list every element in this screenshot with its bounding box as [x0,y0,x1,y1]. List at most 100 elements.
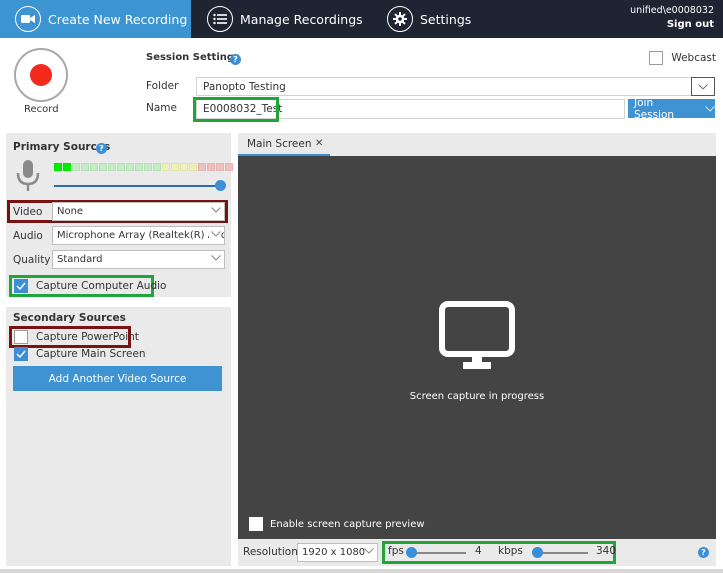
slider-thumb[interactable] [532,547,543,558]
resolution-select[interactable]: 1920 x 1080 [297,543,378,562]
checkbox-checked[interactable] [14,347,28,361]
resolution-label: Resolution [243,546,298,558]
video-camera-icon [15,6,41,32]
record-label: Record [24,104,59,115]
level-segment [117,163,125,171]
tab-label: Settings [420,11,472,27]
fps-value: 4 [475,545,482,557]
level-segment [162,163,170,171]
capture-main-screen-toggle[interactable]: Capture Main Screen [14,347,146,361]
quality-value: Standard [57,254,103,265]
webcast-label: Webcast [671,52,716,64]
gear-icon [387,6,413,32]
folder-select[interactable]: Panopto Testing [196,77,715,96]
level-segment [63,163,71,171]
record-icon [30,64,52,86]
name-label: Name [146,102,177,114]
fps-slider[interactable] [406,547,466,558]
chevron-down-icon [209,253,221,264]
audio-label: Audio [13,230,43,242]
primary-sources-panel: Primary Sources ? Video None Audio Micro… [6,133,233,297]
level-segment [180,163,188,171]
level-segment [99,163,107,171]
session-settings-title: Session Settings [146,52,240,63]
enable-preview-label: Enable screen capture preview [270,518,425,530]
tab-label: Create New Recording [48,11,188,27]
audio-select[interactable]: Microphone Array (Realtek(R) Audio) [52,226,225,245]
level-segment [81,163,89,171]
quality-select[interactable]: Standard [52,250,225,269]
level-segment [189,163,197,171]
level-segment [198,163,206,171]
join-session-button[interactable]: Join Session [628,96,715,121]
monitor-icon [439,301,515,374]
capture-computer-audio-toggle[interactable]: Capture Computer Audio [14,279,166,293]
checkmark-icon [16,282,26,290]
tab-settings[interactable]: Settings [387,0,471,38]
name-highlight-box [193,97,279,122]
chevron-down-icon [364,546,374,557]
level-segment [171,163,179,171]
username: unified\e0008032 [630,5,714,16]
help-icon[interactable]: ? [96,143,107,154]
checkmark-icon [16,350,26,358]
checkbox-unchecked[interactable] [249,517,263,531]
user-area: unified\e0008032 Sign out [630,4,714,32]
list-icon [207,6,233,32]
folder-label: Folder [146,80,179,92]
resolution-value: 1920 x 1080 [302,547,366,558]
volume-slider[interactable] [54,180,226,191]
chevron-down-icon [209,229,221,240]
window-bottom-border [0,569,723,573]
capture-powerpoint-label: Capture PowerPoint [36,331,139,343]
top-navigation: Create New Recording Manage Recordings S… [0,0,723,38]
level-segment [90,163,98,171]
checkbox-checked[interactable] [14,279,28,293]
join-session-label: Join Session [634,96,675,121]
level-segment [153,163,161,171]
capture-settings-bar: Resolution 1920 x 1080 fps 4 kbps 340 ? [238,539,716,566]
slider-thumb[interactable] [406,547,417,558]
level-segment [144,163,152,171]
video-label: Video [13,206,43,218]
slider-thumb[interactable] [215,180,226,191]
level-segment [108,163,116,171]
capture-computer-audio-label: Capture Computer Audio [36,280,167,292]
capture-powerpoint-toggle[interactable]: Capture PowerPoint [14,330,139,344]
webcast-toggle[interactable]: Webcast [649,51,716,65]
quality-label: Quality [13,254,51,266]
help-icon[interactable]: ? [230,54,241,65]
webcast-checkbox[interactable] [649,51,664,65]
fps-label: fps [388,545,404,557]
capture-status-text: Screen capture in progress [409,391,545,402]
secondary-sources-panel: Secondary Sources Capture PowerPoint Cap… [6,307,231,566]
record-button[interactable] [14,48,68,102]
level-segment [207,163,215,171]
tab-manage-recordings[interactable]: Manage Recordings [207,0,363,38]
video-value: None [57,206,84,217]
kbps-slider[interactable] [532,547,588,558]
level-segment [72,163,80,171]
chevron-down-icon[interactable] [691,77,715,96]
sign-out-link[interactable]: Sign out [630,18,714,32]
panopto-recorder-window: Create New Recording Manage Recordings S… [0,0,723,573]
tab-label: Main Screen [247,138,312,150]
capture-main-screen-label: Capture Main Screen [36,348,146,360]
screen-preview: Screen capture in progress Enable screen… [238,156,716,539]
folder-value: Panopto Testing [203,81,286,93]
kbps-label: kbps [498,545,523,557]
level-segment [225,163,233,171]
help-icon[interactable]: ? [698,547,709,558]
level-segment [216,163,224,171]
checkbox-unchecked[interactable] [14,330,28,344]
tab-label: Manage Recordings [240,11,363,27]
tab-create-new-recording[interactable]: Create New Recording [0,0,191,38]
video-select[interactable]: None [52,202,225,221]
level-segment [126,163,134,171]
level-segment [135,163,143,171]
add-video-source-button[interactable]: Add Another Video Source [13,366,222,391]
audio-value: Microphone Array (Realtek(R) Audio) [57,230,225,241]
enable-preview-toggle[interactable]: Enable screen capture preview [249,517,425,531]
level-segment [54,163,62,171]
close-icon[interactable]: ✕ [315,138,323,149]
